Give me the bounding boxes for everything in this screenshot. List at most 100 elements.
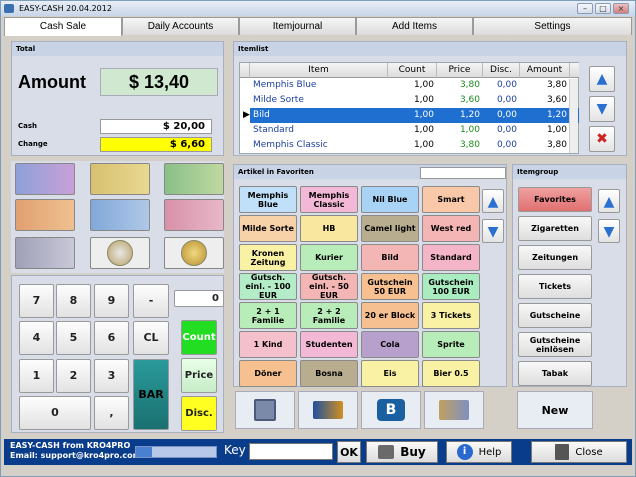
favorite-item-button[interactable]: 2 + 2 Familie [300,302,358,329]
banknote-100-button[interactable] [164,163,224,195]
keypad-display[interactable]: 0 [174,290,224,307]
key-7[interactable]: 7 [19,284,54,318]
new-button[interactable]: New [517,391,593,429]
minimize-button[interactable]: – [577,3,593,14]
count-button[interactable]: Count [181,320,217,355]
itemlist-scrollbar[interactable] [569,79,578,153]
buy-button[interactable]: Buy [366,441,438,463]
column-header-count[interactable]: Count [388,63,437,78]
table-row[interactable]: Standard 1,00 1,00 0,00 1,00 [240,123,579,138]
move-up-button[interactable]: ▲ [589,66,615,92]
disc-button[interactable]: Disc. [181,396,217,431]
favorite-item-button[interactable]: Camel light [361,215,419,242]
favorite-item-button[interactable]: 2 + 1 Familie [239,302,297,329]
favorite-item-button[interactable]: Gutsch. einl. - 100 EUR [239,273,297,300]
column-header-item[interactable]: Item [250,63,388,78]
favorite-item-button[interactable]: 20 er Block [361,302,419,329]
group-scroll-down[interactable]: ▼ [598,219,620,243]
tab-itemjournal[interactable]: Itemjournal [239,17,356,35]
banknote-5-button[interactable] [15,237,75,269]
group-zigaretten[interactable]: Zigaretten [518,216,592,241]
favorite-item-button[interactable]: Bier 0.5 [422,360,480,387]
favorite-item-button[interactable]: Cola [361,331,419,358]
maximize-button[interactable]: □ [595,3,611,14]
key-3[interactable]: 3 [94,359,129,393]
save-button[interactable] [235,391,295,429]
banknote-500-button[interactable] [15,163,75,195]
favorite-item-button[interactable]: Gutschein 50 EUR [361,273,419,300]
key-9[interactable]: 9 [94,284,129,318]
table-row[interactable]: Memphis Classic 1,00 3,80 0,00 3,80 [240,138,579,153]
tab-cash-sale[interactable]: Cash Sale [4,17,122,36]
key-input[interactable] [249,443,333,460]
favorite-item-button[interactable]: HB [300,215,358,242]
key-clear[interactable]: CL [133,321,169,355]
column-header-price[interactable]: Price [437,63,483,78]
favorite-item-button[interactable]: Nil Blue [361,186,419,213]
key-minus[interactable]: - [133,284,169,318]
group-tickets[interactable]: Tickets [518,274,592,299]
banknote-200-button[interactable] [90,163,150,195]
favorite-item-button[interactable]: Gutschein 100 EUR [422,273,480,300]
favorite-item-button[interactable]: Gutsch. einl. - 50 EUR [300,273,358,300]
group-favorites[interactable]: Favorites [518,187,592,212]
favorite-item-button[interactable]: Döner [239,360,297,387]
favorite-item-button[interactable]: Milde Sorte [239,215,297,242]
favorites-search-field[interactable] [420,167,506,179]
favorite-item-button[interactable]: West red [422,215,480,242]
group-gutscheine-einloesen[interactable]: Gutscheine einlösen [518,332,592,357]
coin-2-button[interactable] [90,237,150,269]
help-button[interactable]: i Help [446,441,512,463]
favorite-item-button[interactable]: Kurier [300,244,358,271]
table-row[interactable]: ▶ Bild 1,00 1,20 0,00 1,20 [240,108,579,123]
key-comma[interactable]: , [94,396,129,430]
key-0[interactable]: 0 [19,396,91,430]
favorite-item-button[interactable]: Eis [361,360,419,387]
group-scroll-up[interactable]: ▲ [598,189,620,213]
group-gutscheine[interactable]: Gutscheine [518,303,592,328]
banknote-20-button[interactable] [90,199,150,231]
cash-field[interactable]: $ 20,00 [100,119,212,134]
itemlist-table[interactable]: Item Count Price Disc. Amount Memphis Bl… [239,62,579,154]
banknote-50-button[interactable] [15,199,75,231]
close-button[interactable]: Close [531,441,627,463]
favorite-item-button[interactable]: Bosna [300,360,358,387]
favorite-item-button[interactable]: 1 Kind [239,331,297,358]
price-button[interactable]: Price [181,358,217,393]
favorites-scroll-down[interactable]: ▼ [482,219,504,243]
ok-button[interactable]: OK [337,441,361,463]
favorite-item-button[interactable]: 3 Tickets [422,302,480,329]
cash-payment-button[interactable] [424,391,484,429]
key-1[interactable]: 1 [19,359,54,393]
favorite-item-button[interactable]: Memphis Blue [239,186,297,213]
close-window-button[interactable]: × [613,3,629,14]
column-header-amount[interactable]: Amount [520,63,570,78]
key-8[interactable]: 8 [56,284,91,318]
tab-daily-accounts[interactable]: Daily Accounts [122,17,239,35]
coin-1-button[interactable] [164,237,224,269]
favorite-item-button[interactable]: Standard [422,244,480,271]
column-header-disc[interactable]: Disc. [483,63,520,78]
tab-settings[interactable]: Settings [473,17,632,35]
favorite-item-button[interactable]: Studenten [300,331,358,358]
group-zeitungen[interactable]: Zeitungen [518,245,592,270]
key-6[interactable]: 6 [94,321,129,355]
key-4[interactable]: 4 [19,321,54,355]
favorite-item-button[interactable]: Bild [361,244,419,271]
move-down-button[interactable]: ▼ [589,96,615,122]
bar-button[interactable]: BAR [133,359,169,430]
favorites-scroll-up[interactable]: ▲ [482,189,504,213]
favorite-item-button[interactable]: Kronen Zeitung [239,244,297,271]
tab-add-items[interactable]: Add Items [356,17,473,35]
favorite-item-button[interactable]: Sprite [422,331,480,358]
card-payment-button[interactable] [298,391,358,429]
favorite-item-button[interactable]: Memphis Classic [300,186,358,213]
banknote-10-button[interactable] [164,199,224,231]
favorite-item-button[interactable]: Smart [422,186,480,213]
delete-item-button[interactable]: ✖ [589,126,615,152]
table-row[interactable]: Milde Sorte 1,00 3,60 0,00 3,60 [240,93,579,108]
bankomat-button[interactable]: B [361,391,421,429]
key-2[interactable]: 2 [56,359,91,393]
table-row[interactable]: Memphis Blue 1,00 3,80 0,00 3,80 [240,78,579,93]
group-tabak[interactable]: Tabak [518,361,592,386]
